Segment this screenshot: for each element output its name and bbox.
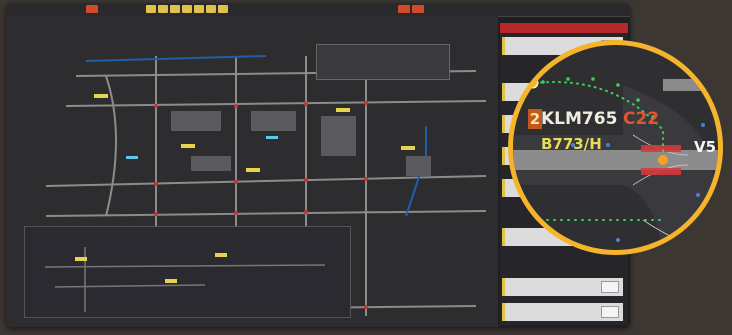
inset-map-window[interactable] [24,226,351,318]
toolbar-button[interactable] [194,5,204,13]
strip-status-box[interactable] [601,306,619,318]
stand-label: V5 [694,138,717,156]
strip-status-box[interactable] [601,281,619,293]
toolbar-button[interactable] [206,5,216,13]
partial-value-label: 4.0 [513,218,540,236]
toolbar-button[interactable] [182,5,192,13]
flight-callsign-label[interactable]: KLM765 [541,109,617,129]
flight-strip[interactable] [502,303,623,321]
toolbar-button[interactable] [170,5,180,13]
panel-header [500,23,628,33]
popup-row [317,45,449,47]
sequence-number-badge: 2 [528,109,542,129]
toolbar-button[interactable] [146,5,156,13]
alert-button[interactable] [412,5,424,13]
inset-map [44,247,326,312]
flight-info-popup[interactable] [316,44,450,80]
airport-surface-map[interactable] [6,16,498,327]
top-toolbar [6,3,630,17]
toolbar-button[interactable] [218,5,228,13]
aircraft-type-label: B773/H [541,135,602,153]
alert-button[interactable] [398,5,410,13]
gate-label: C22 [623,109,660,129]
magnifier-lens: 2 KLM765 C22 B773/H V5 4.0 [508,40,723,255]
flight-strip[interactable] [502,278,623,296]
alert-button[interactable] [86,5,98,13]
toolbar-button[interactable] [158,5,168,13]
